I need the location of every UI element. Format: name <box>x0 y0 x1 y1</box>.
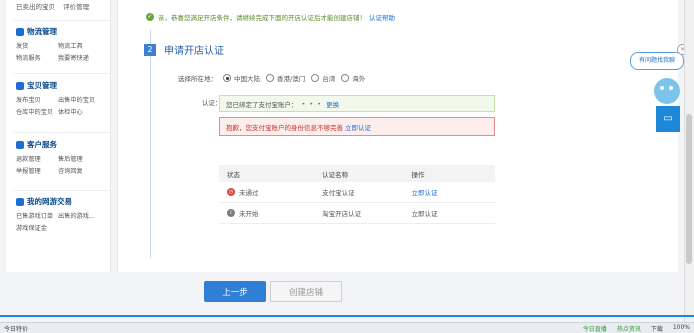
sidebar-item-refunds[interactable]: 退款管理 <box>16 154 58 163</box>
customer-service-icon <box>16 141 24 149</box>
sidebar-group-logistics: 物流管理 发货 物流工具 物流服务 我要寄快递 <box>16 26 108 62</box>
step-title: 申请开店认证 <box>164 46 224 57</box>
sidebar-link-reviews[interactable]: 评价管理 <box>63 3 89 11</box>
region-option-label[interactable]: 台湾 <box>322 73 335 83</box>
sidebar-item-games-for-sale[interactable]: 出售的游戏... <box>58 211 108 220</box>
mascot-icon[interactable] <box>654 78 680 104</box>
sidebar-item-ship[interactable]: 发货 <box>16 41 58 50</box>
divider <box>14 132 110 133</box>
header-status: 状态 <box>227 170 240 179</box>
region-option-label[interactable]: 中国大陆 <box>234 73 260 83</box>
create-shop-button[interactable]: 创建店铺 <box>270 281 342 302</box>
sidebar-group-game-trade: 我的网游交易 已售游戏订单 出售的游戏... 游戏保证金 <box>16 196 108 232</box>
sidebar-link-sold-items[interactable]: 已卖出的宝贝 <box>16 3 55 11</box>
radio-taiwan[interactable] <box>311 74 320 82</box>
sidebar-item-on-sale[interactable]: 出售中的宝贝 <box>58 95 108 104</box>
divider <box>14 73 110 74</box>
alipay-bound-text: 您已绑定了支付宝账户： <box>226 100 298 109</box>
clock-icon: ◷ <box>227 188 235 196</box>
main-panel: ✓ 亲，恭喜您满足开店条件，请继续完成下面的开店认证后才能创建店铺！ 认证帮助 … <box>117 0 678 272</box>
sidebar-item-warehouse[interactable]: 仓库中的宝贝 <box>16 107 58 116</box>
change-alipay-link[interactable]: 更换 <box>326 99 339 109</box>
sidebar-group-title[interactable]: 客户服务 <box>27 139 57 151</box>
header-name: 认证名称 <box>322 170 349 179</box>
sidebar-group-title[interactable]: 我的网游交易 <box>27 196 72 208</box>
region-option-label[interactable]: 海外 <box>352 73 365 83</box>
sidebar-item-logistics-tools[interactable]: 物流工具 <box>58 41 108 50</box>
check-icon: ✓ <box>146 13 154 21</box>
divider <box>14 190 110 191</box>
chat-icon[interactable]: ▭ <box>656 106 680 132</box>
footer-divider <box>0 315 694 317</box>
sidebar-item-consult-reply[interactable]: 咨询回复 <box>58 166 108 175</box>
verify-alipay-link[interactable]: 立即认证 <box>411 189 437 197</box>
cert-help-link[interactable]: 认证帮助 <box>369 12 395 22</box>
sidebar-item-reports[interactable]: 举报管理 <box>16 166 58 175</box>
sidebar-top-links: 已卖出的宝贝 评价管理 <box>16 1 95 11</box>
step-connector-line <box>150 30 151 258</box>
row-status: 未通过 <box>239 189 259 197</box>
row-name: 淘宝开店认证 <box>322 210 362 218</box>
sidebar-group-title[interactable]: 宝贝管理 <box>27 80 57 92</box>
region-option-label[interactable]: 香港/澳门 <box>277 73 305 83</box>
sidebar-item-game-deposit[interactable]: 游戏保证金 <box>16 223 58 232</box>
divider <box>14 20 110 21</box>
sidebar-item-publish[interactable]: 发布宝贝 <box>16 95 58 104</box>
scrollbar-thumb[interactable] <box>686 114 692 264</box>
success-notice: ✓ 亲，恭喜您满足开店条件，请继续完成下面的开店认证后才能创建店铺！ 认证帮助 <box>146 12 395 22</box>
alipay-bound-box: 您已绑定了支付宝账户： • • • 更换 <box>219 95 495 112</box>
game-icon <box>16 198 24 206</box>
items-icon <box>16 82 24 90</box>
sidebar-group-customer-service: 客户服务 退款管理 售后管理 举报管理 咨询回复 <box>16 139 108 175</box>
error-text: 抱歉，您支付宝账户的身份信息不够完善 <box>226 123 343 132</box>
cert-table: 状态 认证名称 操作 ◷ 未通过 支付宝认证 立即认证 i 未开始 淘宝开店认证 立… <box>219 165 495 224</box>
sidebar-item-send-express[interactable]: 我要寄快递 <box>58 53 108 62</box>
verify-now-link[interactable]: 立即认证 <box>345 122 371 132</box>
radio-mainland-china[interactable] <box>223 74 231 82</box>
sidebar-item-logistics-service[interactable]: 物流服务 <box>16 53 58 62</box>
browser-status-bar: 今日特价 今日直播 热点资讯 下载 100% <box>0 322 694 333</box>
sidebar-item-game-orders[interactable]: 已售游戏订单 <box>16 211 58 220</box>
row-name: 支付宝认证 <box>322 189 355 197</box>
step-number-badge: 2 <box>144 44 156 56</box>
error-box: 抱歉，您支付宝账户的身份信息不够完善 立即认证 <box>219 117 495 136</box>
sidebar-group-items: 宝贝管理 发布宝贝 出售中的宝贝 仓库中的宝贝 体检中心 <box>16 80 108 116</box>
region-label: 选择所在地： <box>178 75 217 83</box>
sidebar: 已卖出的宝贝 评价管理 物流管理 发货 物流工具 物流服务 我要寄快递 宝贝管理… <box>6 0 111 272</box>
table-header: 状态 认证名称 操作 <box>219 165 495 182</box>
table-row: ◷ 未通过 支付宝认证 立即认证 <box>219 182 495 203</box>
help-bubble[interactable]: 有问题找我聊 <box>630 52 684 70</box>
page: 已卖出的宝贝 评价管理 物流管理 发货 物流工具 物流服务 我要寄快递 宝贝管理… <box>0 0 694 322</box>
sidebar-item-health-check[interactable]: 体检中心 <box>58 107 108 116</box>
row-status: 未开始 <box>239 210 259 218</box>
verify-taobao-action: 立即认证 <box>411 210 438 218</box>
radio-overseas[interactable] <box>341 74 350 82</box>
sidebar-item-after-sales[interactable]: 售后管理 <box>58 154 108 163</box>
header-action: 操作 <box>411 170 425 179</box>
table-row: i 未开始 淘宝开店认证 立即认证 <box>219 203 495 224</box>
sidebar-group-title[interactable]: 物流管理 <box>27 26 57 38</box>
radio-hk-macau[interactable] <box>266 74 274 82</box>
logistics-icon <box>16 28 24 36</box>
info-icon: i <box>227 209 235 217</box>
region-selector: 选择所在地： 中国大陆 香港/澳门 台湾 海外 <box>178 73 365 83</box>
notice-text: 亲，恭喜您满足开店条件，请继续完成下面的开店认证后才能创建店铺！ <box>158 14 366 22</box>
alipay-account-masked: • • • <box>301 99 323 108</box>
previous-step-button[interactable]: 上一步 <box>204 281 266 302</box>
